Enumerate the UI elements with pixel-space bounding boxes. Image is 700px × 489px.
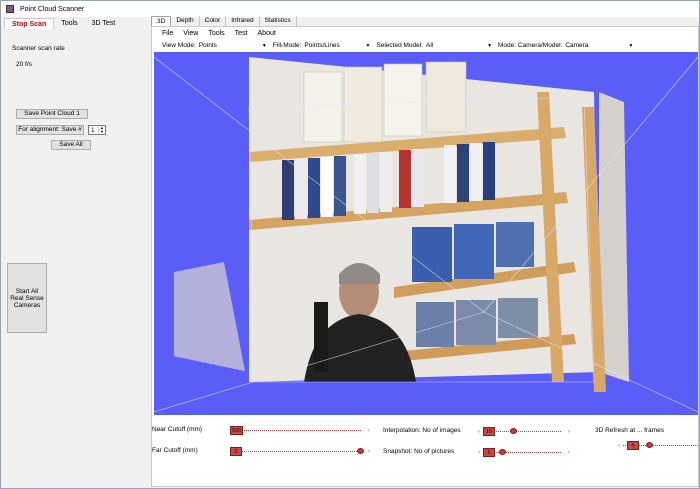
alignment-number-stepper[interactable]: 1 ▲ ▼	[88, 125, 106, 135]
left-panel: Scanner scan rate 20 f/s Save Point Clou…	[4, 29, 147, 487]
mode-label: Mode: Camera/Model:	[498, 42, 563, 49]
near-cutoff-slider[interactable]: ‹ 500 ›	[230, 426, 370, 436]
fill-mode-select[interactable]: Points/Lines ▼	[304, 42, 370, 49]
dropdown-arrow-icon: ▼	[628, 43, 634, 49]
slider-right-arrow-icon[interactable]: ›	[368, 447, 370, 457]
save-point-cloud-button[interactable]: Save Point Cloud 1	[16, 109, 88, 119]
fill-mode-value: Points/Lines	[304, 42, 340, 49]
view-mode-value: Points	[198, 42, 217, 49]
tab-3d-test[interactable]: 3D Test	[85, 18, 123, 29]
alignment-number-value: 1	[91, 126, 95, 134]
slider-left-arrow-icon[interactable]: ‹	[478, 448, 480, 458]
selected-model-select[interactable]: All ▼	[426, 42, 492, 49]
start-all-cameras-button[interactable]: Start All Real Sense Cameras	[7, 263, 47, 333]
slider-left-arrow-icon[interactable]: ‹	[478, 427, 480, 437]
interpolation-slider[interactable]: ‹ 10 ›	[478, 427, 570, 437]
view-mode-label: View Mode:	[162, 42, 196, 49]
interpolation-value: 10	[483, 427, 495, 436]
selected-model-value: All	[426, 42, 434, 49]
slider-right-arrow-icon[interactable]: ›	[368, 426, 370, 436]
menu-bar: File View Tools Test About	[152, 28, 281, 39]
dropdown-arrow-icon: ▼	[365, 43, 371, 49]
left-tab-strip: Stop Scan Tools 3D Test	[4, 18, 122, 29]
scan-rate-value: 20 f/s	[16, 61, 32, 68]
main-window: Point Cloud Scanner Stop Scan Tools 3D T…	[0, 0, 700, 489]
tab-stop-scan[interactable]: Stop Scan	[4, 18, 55, 29]
save-all-button[interactable]: Save All	[51, 140, 91, 150]
title-bar: Point Cloud Scanner	[1, 1, 699, 17]
menu-view[interactable]: View	[178, 28, 203, 39]
storage-box	[383, 63, 423, 137]
window-title: Point Cloud Scanner	[20, 5, 85, 13]
point-cloud-viewport[interactable]	[154, 52, 698, 415]
snapshot-label: Snapshot: No of pictures	[383, 448, 455, 455]
selected-model-label: Selected Model:	[376, 42, 424, 49]
view-mode-select[interactable]: Points ▼	[199, 42, 267, 49]
view-tab-strip: 3D Depth Color Infrared Statistics	[151, 16, 297, 26]
slider-right-arrow-icon[interactable]: ›	[568, 427, 570, 437]
refresh-label: 3D Refresh at ... frames	[595, 427, 664, 434]
mode-select[interactable]: Camera ▼	[565, 42, 633, 49]
menu-file[interactable]: File	[157, 28, 178, 39]
view-panel: File View Tools Test About View Mode: Po…	[151, 26, 699, 487]
point-cloud-render	[154, 52, 698, 415]
slider-right-arrow-icon[interactable]: ›	[568, 448, 570, 458]
storage-box	[303, 71, 343, 143]
snapshot-value: 5	[483, 448, 495, 457]
far-cutoff-value: 2	[230, 447, 242, 456]
tab-statistics[interactable]: Statistics	[260, 16, 297, 26]
mode-value: Camera	[565, 42, 589, 49]
dropdown-arrow-icon: ▼	[487, 43, 493, 49]
interpolation-label: Interpolation: No of images	[383, 427, 461, 434]
refresh-thumb[interactable]	[646, 442, 654, 448]
far-cutoff-slider[interactable]: ‹ 2 ›	[230, 447, 370, 457]
slider-track	[235, 451, 361, 452]
tab-tools[interactable]: Tools	[54, 18, 84, 29]
dropdown-arrow-icon: ▼	[261, 43, 267, 49]
scan-rate-label: Scanner scan rate	[12, 45, 65, 52]
refresh-slider[interactable]: ‹ 5	[618, 441, 698, 451]
menu-tools[interactable]: Tools	[203, 28, 229, 39]
stepper-arrows-icon[interactable]: ▲ ▼	[98, 126, 105, 134]
tab-3d[interactable]: 3D	[151, 16, 172, 26]
far-cutoff-thumb[interactable]	[357, 448, 365, 454]
tab-depth[interactable]: Depth	[171, 16, 200, 26]
snapshot-slider[interactable]: ‹ 5 ›	[478, 448, 570, 458]
refresh-value: 5	[627, 441, 639, 450]
point-cloud-app-icon	[6, 5, 14, 13]
menu-test[interactable]: Test	[230, 28, 253, 39]
near-cutoff-label: Near Cutoff (mm)	[152, 426, 203, 433]
view-toolbar: View Mode: Points ▼ Fill-Mode: Points/Li…	[152, 40, 698, 51]
snapshot-thumb[interactable]	[498, 449, 506, 455]
slider-left-arrow-icon[interactable]: ‹	[618, 441, 620, 451]
interpolation-thumb[interactable]	[510, 428, 518, 434]
storage-box	[343, 66, 383, 143]
tab-color[interactable]: Color	[200, 16, 227, 26]
tab-infrared[interactable]: Infrared	[226, 16, 260, 26]
menu-about[interactable]: About	[253, 28, 281, 39]
far-cutoff-label: Far Cutoff (mm)	[152, 447, 198, 454]
near-cutoff-value: 500	[230, 426, 244, 435]
storage-box	[425, 61, 467, 133]
save-alignment-button[interactable]: For alignment: Save #	[16, 125, 84, 135]
slider-track	[235, 430, 361, 431]
fill-mode-label: Fill-Mode:	[272, 42, 302, 49]
